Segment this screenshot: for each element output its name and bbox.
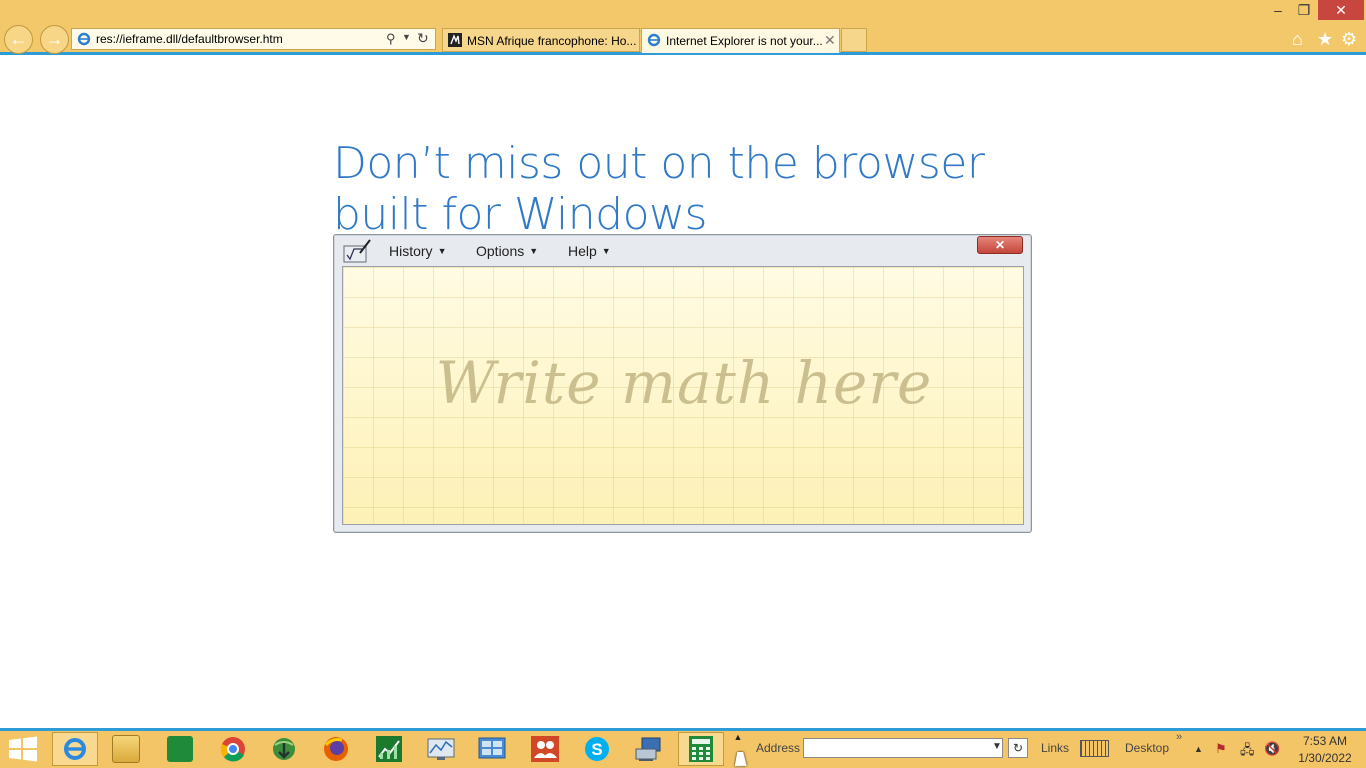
taskbar-internet-explorer[interactable] [52,732,98,766]
taskbar-control-panel[interactable] [469,732,515,766]
taskbar-network-app[interactable] [626,732,672,766]
help-menu[interactable]: Help ▼ [568,243,611,259]
menu-label: Options [476,243,525,259]
action-center-flag-icon[interactable]: ⚑ [1215,741,1227,757]
network-computer-icon [635,737,661,761]
taskbar-store[interactable] [157,732,203,766]
ie-page-icon [77,32,91,46]
toolbar-overflow-chevron-icon[interactable]: » [1176,731,1182,743]
chart-icon [376,736,402,762]
chevron-down-icon[interactable]: ▼ [402,32,411,42]
taskbar-chrome[interactable] [210,732,256,766]
taskbar-calculator[interactable] [678,732,724,766]
store-icon [167,736,193,762]
taskbar-skype[interactable]: S [574,732,620,766]
minimize-button[interactable]: – [1268,0,1288,20]
window-close-button[interactable]: ✕ [1318,0,1364,20]
home-icon[interactable]: ⌂ [1292,29,1303,50]
clock-date[interactable]: 1/30/2022 [1290,751,1360,765]
calculator-icon [689,736,713,762]
forward-button[interactable]: → [40,25,69,54]
menu-label: Help [568,243,597,259]
taskbar-firefox[interactable] [313,732,359,766]
taskbar-chart-app[interactable] [366,732,412,766]
volume-muted-icon[interactable]: 🔇 [1264,741,1280,757]
caret-down-icon: ▼ [437,246,447,256]
caret-down-icon: ▼ [601,246,611,256]
chevron-down-icon[interactable]: ▼ [992,741,1002,752]
address-bar[interactable]: res://ieframe.dll/defaultbrowser.htm ⚲ ▼… [71,28,436,50]
taskbar-performance-monitor[interactable] [418,732,464,766]
desktop-toolbar-label[interactable]: Desktop [1125,741,1169,755]
address-toolbar-label: Address [756,741,801,755]
back-button[interactable]: ← [4,25,33,54]
taskbar-people[interactable] [522,732,568,766]
favorites-star-icon[interactable]: ★ [1317,29,1333,50]
mouse-cursor [734,752,750,766]
chrome-icon [220,737,245,762]
globe-download-icon [273,738,295,760]
tab-default-browser[interactable]: Internet Explorer is not your... ✕ [641,28,840,53]
show-hidden-icons-icon[interactable]: ▲ [1194,744,1203,754]
page-headline: Don’t miss out on the browser built for … [333,138,1033,240]
msn-icon [448,33,462,47]
tab-label: MSN Afrique francophone: Ho... [467,34,637,48]
math-writing-area[interactable]: Write math here [342,266,1024,525]
taskbar-refresh-icon[interactable]: ↻ [1008,738,1028,758]
performance-monitor-icon [427,738,455,760]
history-menu[interactable]: History ▼ [389,243,446,259]
taskbar-accent-line [0,728,1366,731]
links-toolbar-label[interactable]: Links [1041,741,1069,755]
writing-hint: Write math here [435,349,933,417]
address-text[interactable]: res://ieframe.dll/defaultbrowser.htm [96,32,283,46]
internet-explorer-icon [64,738,86,760]
windows-start-icon[interactable] [8,736,38,762]
taskbar-address-input[interactable]: ▼ [803,738,1003,758]
taskbar-download-manager[interactable] [261,732,307,766]
search-icon[interactable]: ⚲ [386,31,396,47]
caret-down-icon: ▼ [529,246,539,256]
refresh-icon[interactable]: ↻ [417,30,429,47]
options-menu[interactable]: Options ▼ [476,243,538,259]
menu-label: History [389,243,433,259]
control-panel-icon [478,737,506,759]
panel-close-button[interactable]: ✕ [977,236,1023,254]
gear-icon[interactable]: ⚙ [1341,29,1357,50]
clock-time[interactable]: 7:53 AM [1290,734,1360,748]
folder-icon [112,735,140,763]
svg-text:S: S [591,740,602,759]
new-tab-button[interactable] [841,28,867,52]
taskbar-scroll-up-icon[interactable]: ▲ [733,732,743,742]
skype-icon: S [585,737,609,761]
restore-button[interactable]: ❐ [1294,0,1314,20]
math-input-app-icon [343,239,371,263]
network-icon[interactable]: 🖧 [1240,741,1255,763]
math-input-panel: History ▼ Options ▼ Help ▼ ✕ Write math her… [333,234,1032,533]
close-tab-icon[interactable]: ✕ [824,32,836,49]
people-icon [531,736,559,762]
tab-label: Internet Explorer is not your... [666,34,823,48]
taskbar-file-explorer[interactable] [103,732,149,766]
forward-arrow-icon: → [45,29,64,49]
headline-line-1: Don’t miss out on the browser [333,138,985,189]
touch-keyboard-icon[interactable] [1080,740,1109,757]
back-arrow-icon: ← [9,29,28,49]
tab-msn[interactable]: MSN Afrique francophone: Ho... [442,28,640,52]
headline-line-2: built for Windows [333,189,707,240]
firefox-icon [324,737,348,761]
ie-tab-icon [647,33,661,47]
